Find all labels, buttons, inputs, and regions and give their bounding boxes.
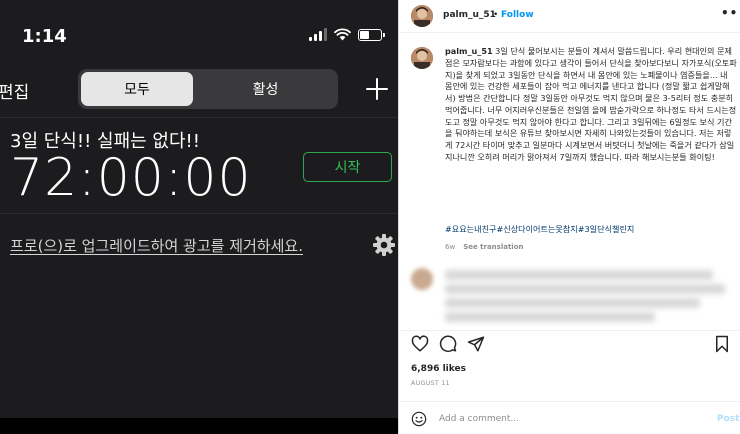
- blurred-comment-line: [445, 270, 713, 280]
- plus-icon[interactable]: [366, 78, 388, 100]
- caption-text: 3일 단식 물어보시는 분들이 계셔서 말씀드립니다. 우리 현대인의 문제점은…: [445, 46, 737, 162]
- cellular-signal-icon: [309, 28, 327, 41]
- heart-icon[interactable]: [411, 335, 429, 353]
- start-button[interactable]: 시작: [303, 152, 392, 182]
- divider: [399, 32, 740, 33]
- comment-input[interactable]: Add a comment...: [439, 414, 519, 424]
- post-date: AUGUST 11: [411, 380, 450, 387]
- status-icons: [309, 28, 385, 41]
- phone-bottom-edge: [0, 418, 398, 434]
- caption-hashtags[interactable]: #요요는내친구#신상다이어트는못참지#3일단식챌린지: [445, 224, 634, 235]
- caption-meta: 6w See translation: [445, 243, 524, 251]
- filter-segmented-control: 모두 활성: [78, 69, 338, 109]
- more-horizontal-icon[interactable]: •••: [721, 6, 740, 20]
- share-icon[interactable]: [467, 335, 485, 353]
- battery-icon: [358, 28, 385, 41]
- caption-username[interactable]: palm_u_51: [445, 46, 493, 56]
- blurred-comment-line: [445, 298, 700, 308]
- caption-avatar[interactable]: [411, 47, 433, 69]
- blurred-comment-line: [445, 284, 725, 294]
- post-age: 6w: [445, 243, 456, 251]
- gear-icon[interactable]: [372, 233, 396, 257]
- likes-count[interactable]: 6,896 likes: [411, 364, 466, 374]
- emoji-icon[interactable]: [411, 411, 427, 427]
- status-time: 1:14: [22, 26, 67, 47]
- upgrade-link[interactable]: 프로(으)로 업그레이드하여 광고를 제거하세요.: [10, 235, 303, 256]
- instagram-post-panel: palm_u_51 • Follow ••• palm_u_51 3일 단식 물…: [398, 0, 740, 434]
- segment-active[interactable]: 활성: [196, 72, 335, 106]
- timer-countdown: 72:00:00: [10, 148, 252, 208]
- timer-app-screenshot: 1:14 편집 모두 활성 3일 단식!! 실패는 없다!! 72:00:00 …: [0, 0, 398, 434]
- comment-icon[interactable]: [439, 335, 457, 353]
- wifi-icon: [334, 28, 351, 41]
- segment-all[interactable]: 모두: [81, 72, 193, 106]
- blurred-comment-avatar: [411, 268, 433, 290]
- blurred-comment-line: [445, 312, 655, 322]
- post-caption: palm_u_51 3일 단식 물어보시는 분들이 계셔서 말씀드립니다. 우리…: [445, 46, 737, 164]
- bookmark-icon[interactable]: [713, 335, 731, 353]
- avatar[interactable]: [411, 5, 433, 27]
- timer-card[interactable]: 3일 단식!! 실패는 없다!! 72:00:00 시작: [0, 117, 398, 214]
- separator-dot: •: [493, 10, 499, 20]
- edit-button[interactable]: 편집: [0, 78, 29, 103]
- post-comment-button[interactable]: Post: [717, 414, 739, 424]
- post-actions: [399, 330, 740, 354]
- follow-button[interactable]: Follow: [501, 10, 534, 20]
- post-author-username[interactable]: palm_u_51: [443, 10, 496, 20]
- see-translation-link[interactable]: See translation: [463, 243, 523, 251]
- comment-bar: Add a comment... Post: [399, 401, 740, 434]
